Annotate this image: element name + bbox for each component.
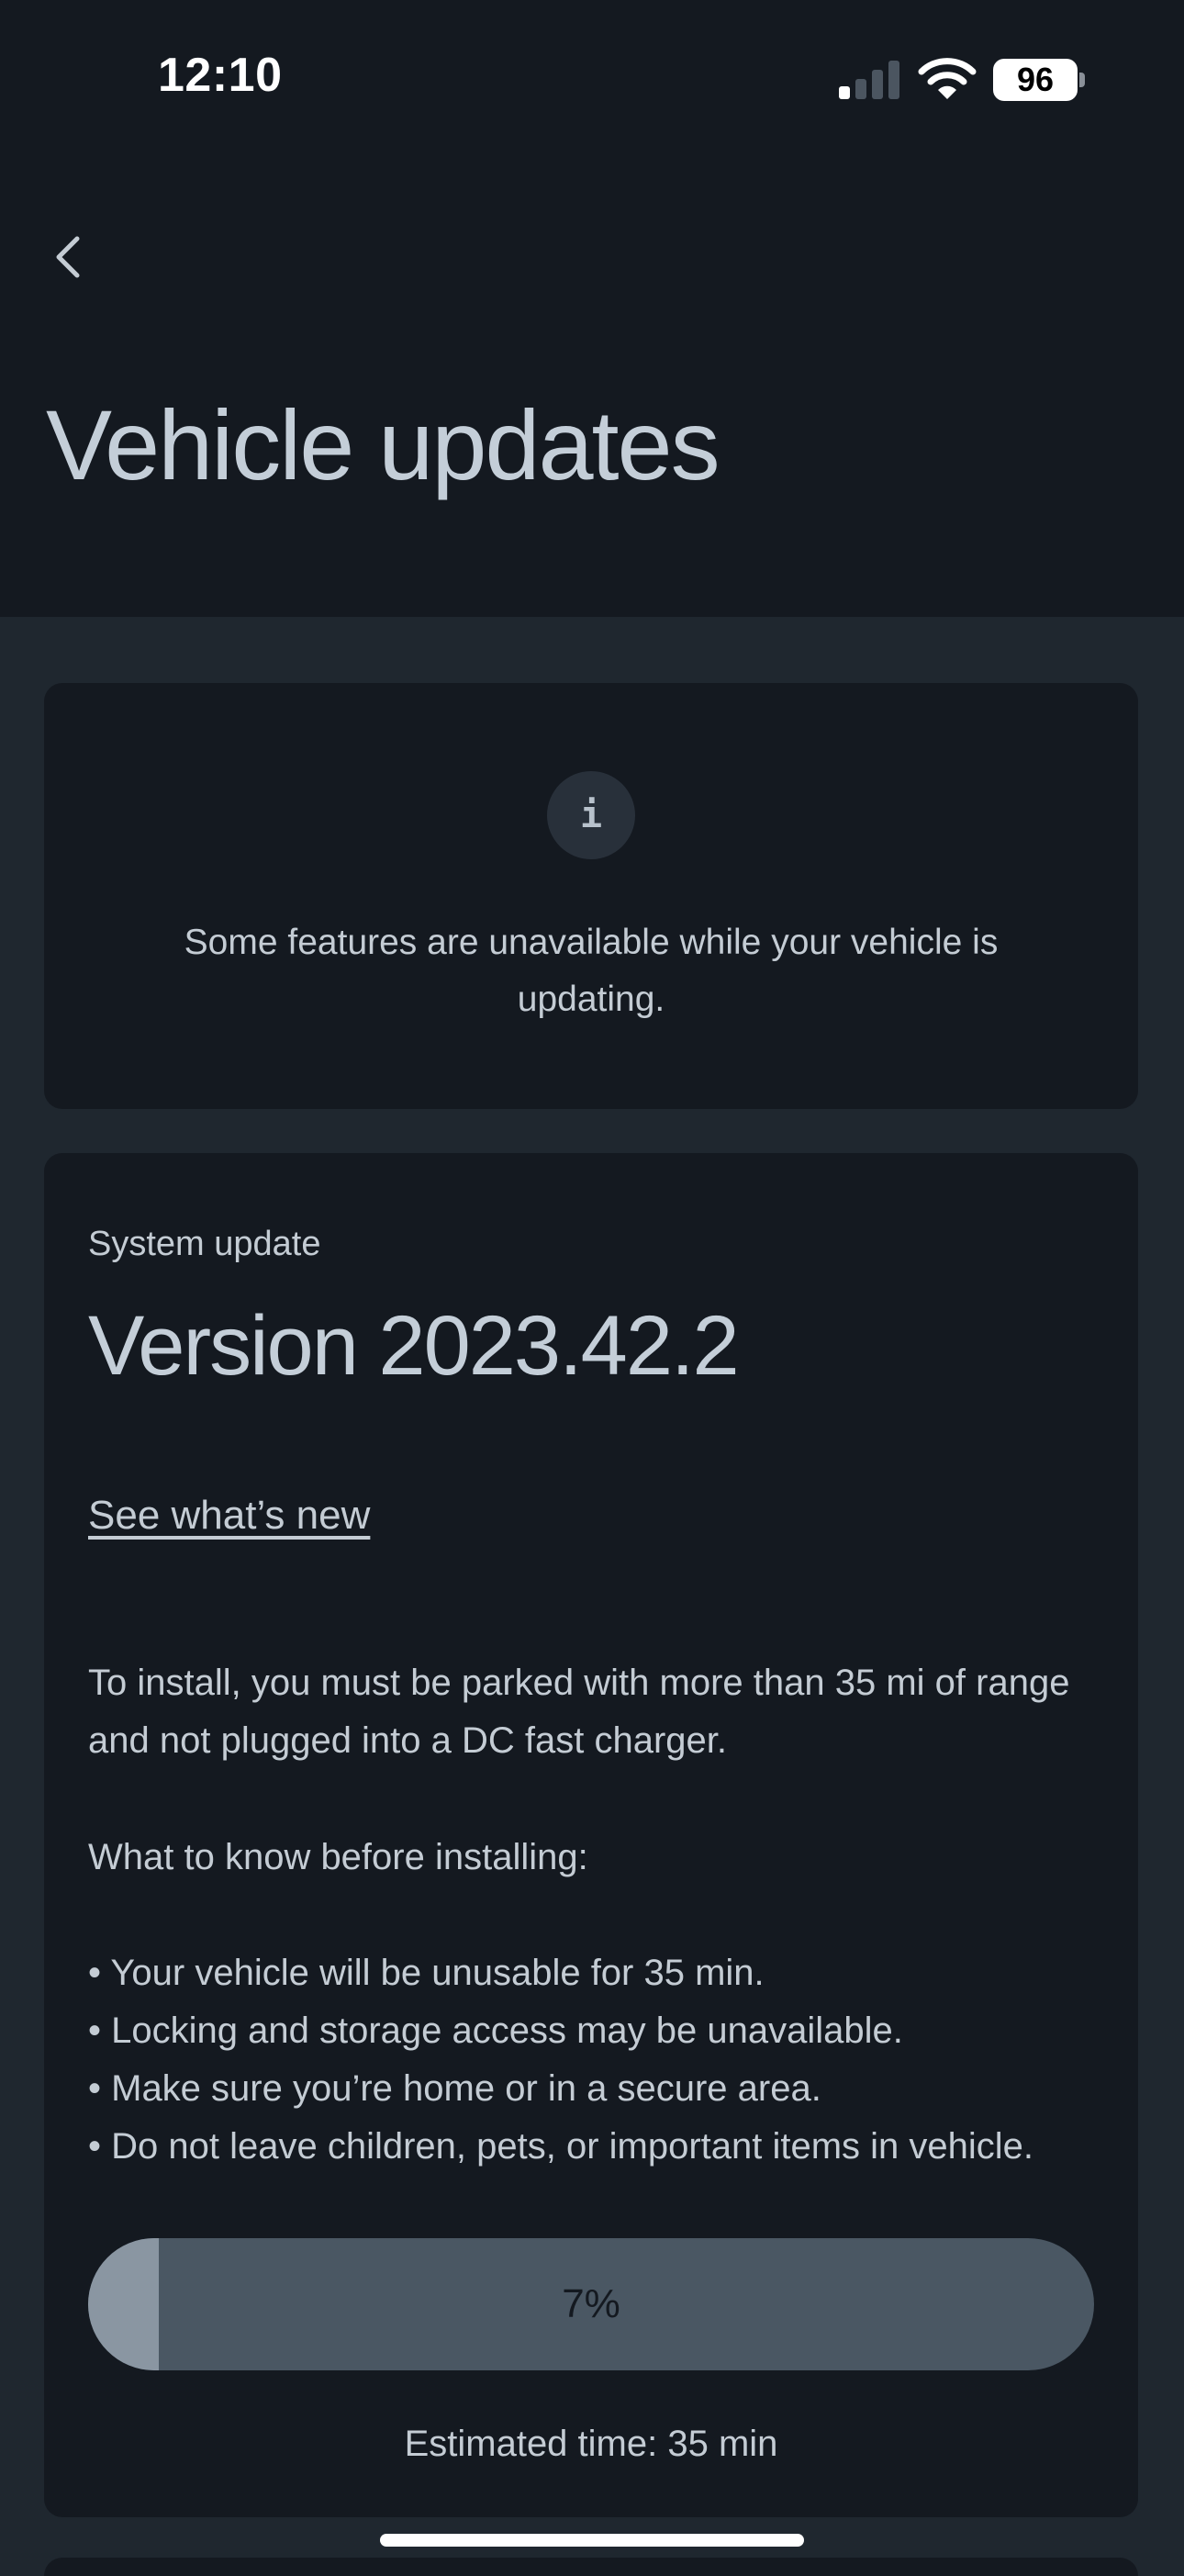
next-card-peek <box>44 2558 1138 2576</box>
list-item: • Locking and storage access may be unav… <box>88 2010 903 2051</box>
battery-tip <box>1079 73 1085 87</box>
version-number: Version 2023.42.2 <box>88 1299 740 1393</box>
chevron-left-icon <box>56 236 80 278</box>
system-update-card: System update Version 2023.42.2 See what… <box>44 1153 1138 2517</box>
progress-percent: 7% <box>562 2281 620 2326</box>
see-whats-new-link[interactable]: See what’s new <box>88 1493 370 1539</box>
info-icon: i <box>547 771 635 859</box>
update-in-progress-notice: i Some features are unavailable while yo… <box>44 683 1138 1109</box>
status-bar: 12:10 96 <box>0 0 1184 165</box>
install-progress-bar: 7% <box>88 2238 1094 2370</box>
wifi-icon <box>918 58 977 99</box>
cellular-signal-icon <box>839 59 903 99</box>
status-time: 12:10 <box>158 49 283 102</box>
battery-icon: 96 <box>993 59 1078 101</box>
know-before-installing-heading: What to know before installing: <box>88 1837 588 1877</box>
page-title: Vehicle updates <box>46 389 720 500</box>
update-type-label: System update <box>88 1225 321 1263</box>
header: 12:10 96 Vehicle updates <box>0 0 1184 617</box>
estimated-time: Estimated time: 35 min <box>404 2424 778 2464</box>
home-indicator[interactable] <box>380 2534 804 2547</box>
notice-message: Some features are unavailable while your… <box>184 923 999 1019</box>
list-item: • Do not leave children, pets, or import… <box>88 2126 1034 2167</box>
install-warnings-list: • Your vehicle will be unusable for 35 m… <box>88 1944 1107 2176</box>
list-item: • Make sure you’re home or in a secure a… <box>88 2068 821 2109</box>
install-requirements: To install, you must be parked with more… <box>88 1663 1070 1761</box>
list-item: • Your vehicle will be unusable for 35 m… <box>88 1953 765 1993</box>
back-button[interactable] <box>44 228 95 286</box>
